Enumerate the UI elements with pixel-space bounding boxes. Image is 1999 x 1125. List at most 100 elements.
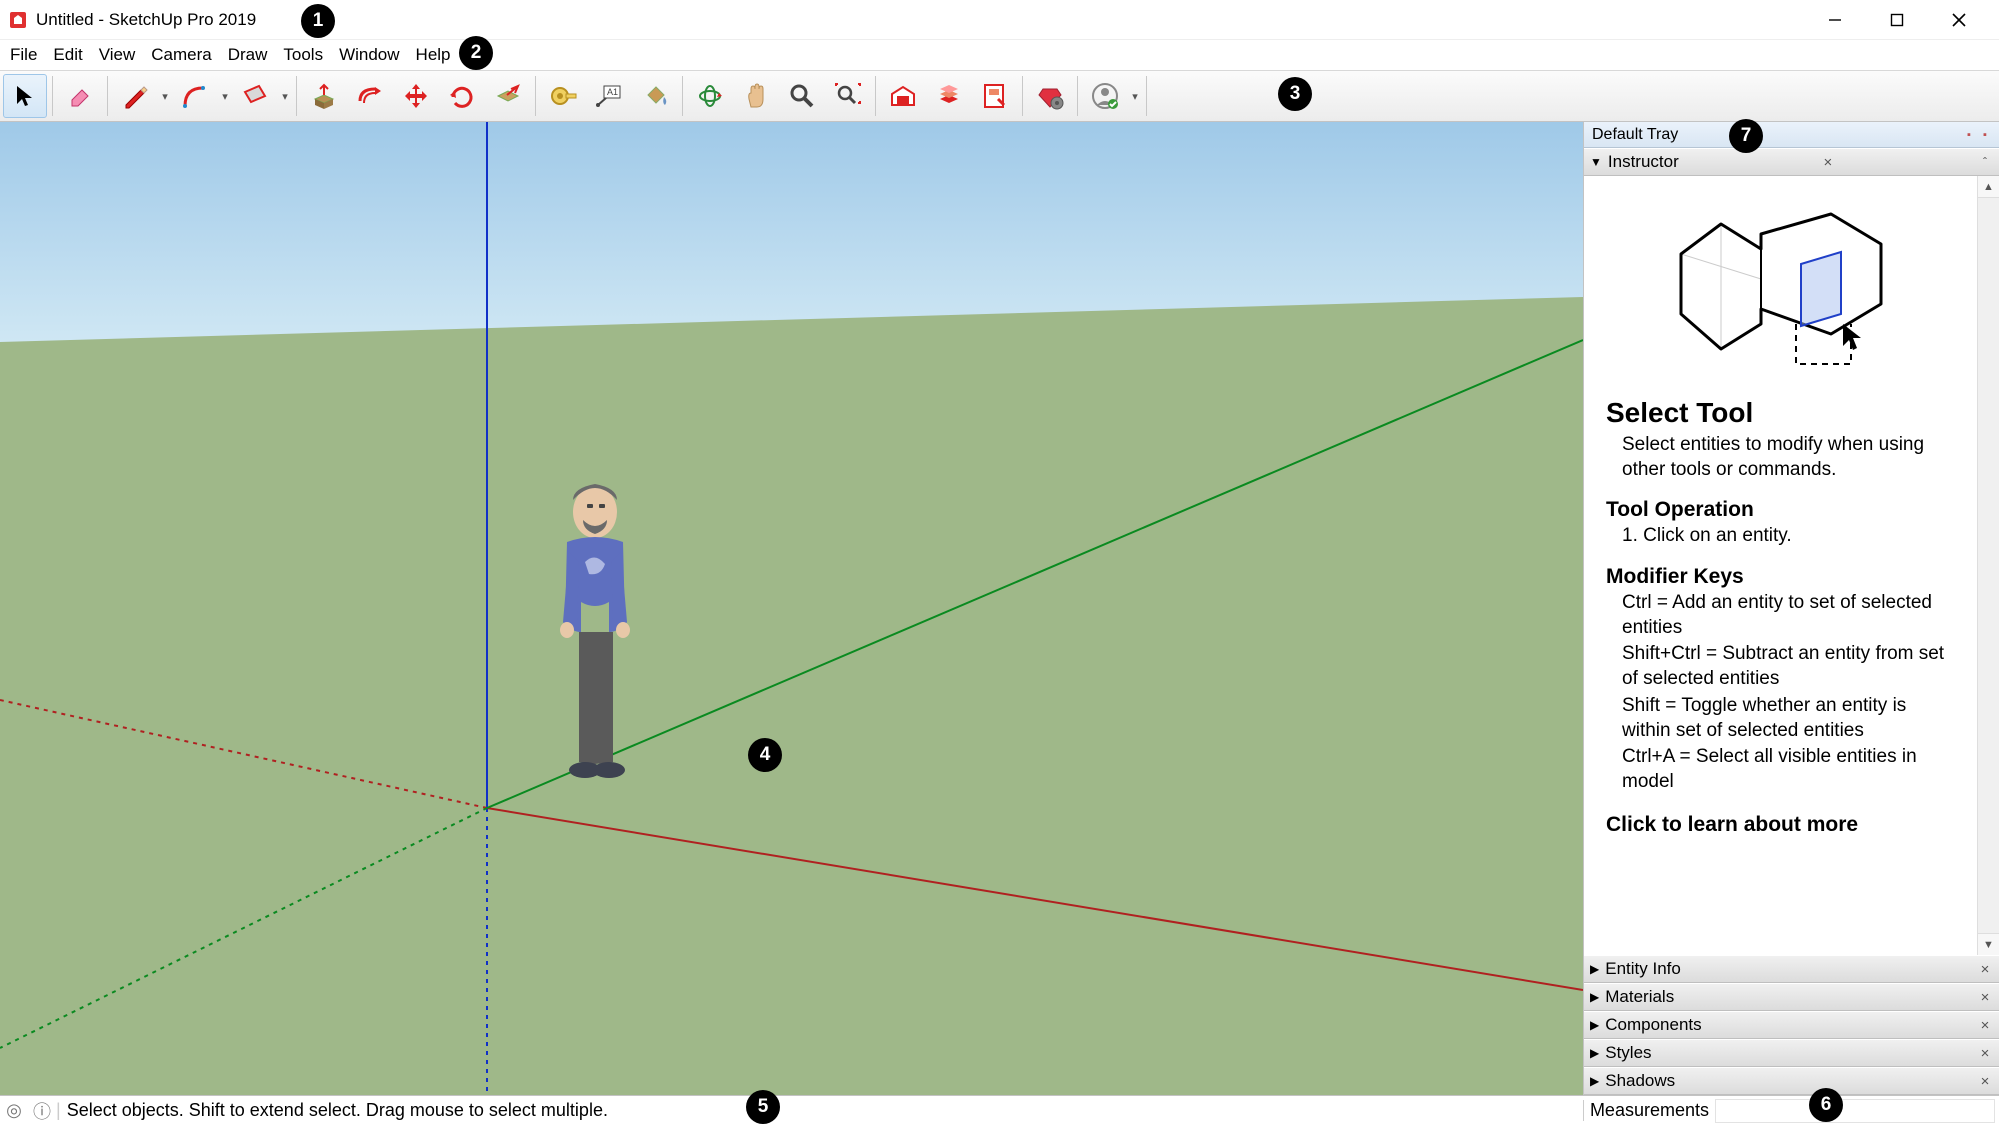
tool-shapes[interactable] [233,74,277,118]
panel-close-icon[interactable]: × [1820,154,1836,171]
status-text: Select objects. Shift to extend select. … [61,1100,608,1121]
window-title: Untitled - SketchUp Pro 2019 [36,10,256,30]
tray-title: Default Tray [1592,126,1678,144]
instructor-tool-desc: Select entities to modify when using oth… [1606,433,1955,482]
panel-close-icon[interactable]: × [1977,1045,1993,1062]
instructor-mod-4: Ctrl+A = Select all visible entities in … [1606,745,1955,794]
tool-3d-warehouse[interactable] [881,74,925,118]
move-icon [401,81,431,111]
tool-extension-warehouse[interactable] [927,74,971,118]
status-bar: ◎ ⓘ | Select objects. Shift to extend se… [0,1095,1999,1125]
tray-close-icon[interactable]: ▪ [1979,129,1991,141]
menu-tools[interactable]: Tools [277,43,329,67]
tray-pin-icon[interactable]: ▪ [1963,129,1975,141]
scroll-down-icon[interactable]: ▼ [1978,933,1999,955]
rotate-icon [447,81,477,111]
modeling-viewport[interactable] [0,122,1583,1095]
tool-zoom-extents[interactable] [826,74,870,118]
tool-shapes-dropdown[interactable]: ▾ [278,90,292,103]
panel-collapse-icon[interactable]: ˆ [1977,155,1993,169]
panel-close-icon[interactable]: × [1977,989,1993,1006]
menu-view[interactable]: View [93,43,142,67]
tool-eraser[interactable] [58,74,102,118]
menu-draw[interactable]: Draw [222,43,274,67]
tool-layout[interactable] [973,74,1017,118]
eraser-icon [66,82,94,110]
toolbar: ▾ ▾ ▾ A1 [0,70,1999,122]
toolbar-separator [535,76,536,116]
tool-select[interactable] [3,74,47,118]
paint-icon [640,81,670,111]
menu-help[interactable]: Help [410,43,457,67]
menu-file[interactable]: File [4,43,43,67]
panel-components-title: Components [1605,1015,1701,1035]
disclosure-right-icon: ▶ [1590,1046,1599,1060]
instructor-scrollbar[interactable]: ▲ ▼ [1977,176,1999,955]
measurements-input[interactable] [1715,1099,1995,1123]
tool-arc[interactable] [173,74,217,118]
panel-close-icon[interactable]: × [1977,961,1993,978]
title-bar: Untitled - SketchUp Pro 2019 [0,0,1999,40]
tool-pan[interactable] [734,74,778,118]
tool-extension-manager[interactable] [1028,74,1072,118]
panel-close-icon[interactable]: × [1977,1017,1993,1034]
tape-icon [548,81,578,111]
toolbar-separator [1146,76,1147,116]
menu-camera[interactable]: Camera [145,43,217,67]
tool-zoom[interactable] [780,74,824,118]
tool-text[interactable]: A1 [587,74,631,118]
tool-tape-measure[interactable] [541,74,585,118]
tool-orbit[interactable] [688,74,732,118]
svg-text:A1: A1 [607,87,618,97]
callout-1: 1 [301,4,335,38]
maximize-icon [1889,12,1905,28]
panel-close-icon[interactable]: × [1977,1073,1993,1090]
maximize-button[interactable] [1883,6,1911,34]
tool-pushpull[interactable] [302,74,346,118]
tool-line[interactable] [113,74,157,118]
instructor-mod-title: Modifier Keys [1606,565,1955,589]
callout-5: 5 [746,1090,780,1124]
tool-scale[interactable] [486,74,530,118]
tool-paint-bucket[interactable] [633,74,677,118]
menu-edit[interactable]: Edit [47,43,88,67]
tool-offset[interactable] [348,74,392,118]
tool-move[interactable] [394,74,438,118]
layout-icon [980,81,1010,111]
panel-materials-title: Materials [1605,987,1674,1007]
instructor-content: Select Tool Select entities to modify wh… [1584,176,1977,955]
disclosure-down-icon: ▼ [1590,155,1602,169]
geolocation-icon[interactable]: ◎ [0,1100,28,1121]
tray-header[interactable]: Default Tray ▪ ▪ [1584,122,1999,148]
panel-materials-header[interactable]: ▶ Materials × [1584,983,1999,1011]
panel-styles-header[interactable]: ▶ Styles × [1584,1039,1999,1067]
tool-rotate[interactable] [440,74,484,118]
ruby-icon [1035,81,1065,111]
sketchup-app-icon [8,10,28,30]
instructor-op-1: 1. Click on an entity. [1606,524,1955,549]
toolbar-separator [107,76,108,116]
tool-account[interactable] [1083,74,1127,118]
panel-components-header[interactable]: ▶ Components × [1584,1011,1999,1039]
account-icon [1090,81,1120,111]
panel-entity-info-header[interactable]: ▶ Entity Info × [1584,955,1999,983]
disclosure-right-icon: ▶ [1590,1018,1599,1032]
disclosure-right-icon: ▶ [1590,1074,1599,1088]
instructor-learn-link[interactable]: Click to learn about more [1606,813,1955,837]
menu-window[interactable]: Window [333,43,405,67]
credits-icon[interactable]: ⓘ [28,1098,56,1124]
close-button[interactable] [1945,6,1973,34]
tool-arc-dropdown[interactable]: ▾ [218,90,232,103]
tool-line-dropdown[interactable]: ▾ [158,90,172,103]
panel-shadows-header[interactable]: ▶ Shadows × [1584,1067,1999,1095]
zoom-extents-icon [833,81,863,111]
pushpull-icon [309,81,339,111]
scroll-up-icon[interactable]: ▲ [1978,176,1999,198]
toolbar-separator [52,76,53,116]
tool-account-dropdown[interactable]: ▾ [1128,90,1142,103]
minimize-button[interactable] [1821,6,1849,34]
instructor-body: Select Tool Select entities to modify wh… [1584,176,1999,955]
offset-icon [355,81,385,111]
toolbar-separator [296,76,297,116]
panel-instructor-header[interactable]: ▼ Instructor × ˆ [1584,148,1999,176]
